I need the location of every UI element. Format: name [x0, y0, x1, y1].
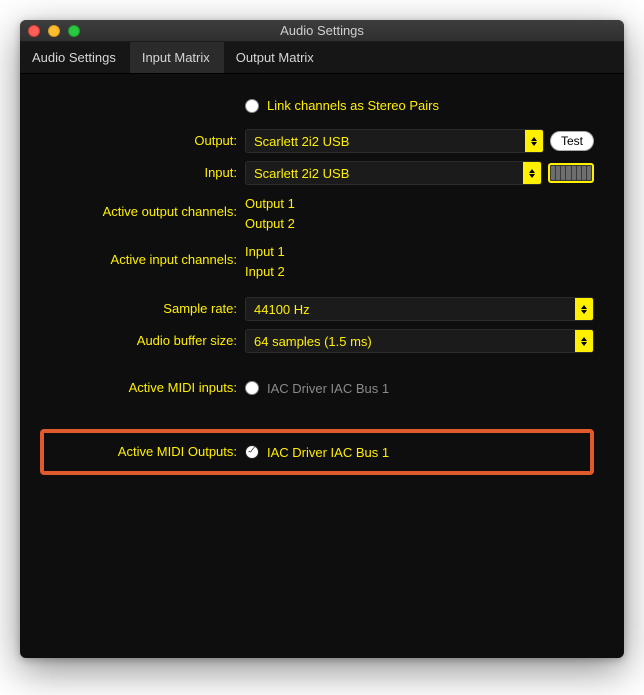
sample-rate-select[interactable]: 44100 Hz — [245, 297, 594, 321]
midi-input-item-label: IAC Driver IAC Bus 1 — [267, 381, 389, 396]
tab-input-matrix[interactable]: Input Matrix — [130, 42, 224, 73]
input-label: Input: — [40, 164, 245, 182]
active-output-list[interactable]: Output 1 Output 2 — [245, 193, 295, 233]
minimize-button[interactable] — [48, 25, 60, 37]
buffer-size-select[interactable]: 64 samples (1.5 ms) — [245, 329, 594, 353]
close-button[interactable] — [28, 25, 40, 37]
output-value: Scarlett 2i2 USB — [254, 134, 349, 149]
test-button[interactable]: Test — [550, 131, 594, 151]
midi-outputs-highlight: Active MIDI Outputs: ✓ IAC Driver IAC Bu… — [40, 429, 594, 475]
tab-bar: Audio Settings Input Matrix Output Matri… — [20, 42, 624, 74]
buffer-size-value: 64 samples (1.5 ms) — [254, 334, 372, 349]
select-arrows-icon — [575, 330, 593, 352]
output-label: Output: — [40, 132, 245, 150]
midi-inputs-label: Active MIDI inputs: — [40, 379, 245, 397]
select-arrows-icon — [525, 130, 543, 152]
buffer-size-label: Audio buffer size: — [40, 332, 245, 350]
select-arrows-icon — [575, 298, 593, 320]
titlebar: Audio Settings — [20, 20, 624, 42]
input-value: Scarlett 2i2 USB — [254, 166, 349, 181]
list-item: Output 1 — [245, 195, 295, 213]
active-input-list[interactable]: Input 1 Input 2 — [245, 241, 285, 281]
input-level-meter — [548, 163, 594, 183]
midi-outputs-label: Active MIDI Outputs: — [44, 443, 245, 461]
input-select[interactable]: Scarlett 2i2 USB — [245, 161, 542, 185]
sample-rate-value: 44100 Hz — [254, 302, 310, 317]
sample-rate-label: Sample rate: — [40, 300, 245, 318]
output-select[interactable]: Scarlett 2i2 USB — [245, 129, 544, 153]
tab-audio-settings[interactable]: Audio Settings — [20, 42, 130, 73]
settings-panel: Link channels as Stereo Pairs Output: Sc… — [20, 74, 624, 505]
list-item: Input 1 — [245, 243, 285, 261]
window-title: Audio Settings — [280, 23, 364, 38]
zoom-button[interactable] — [68, 25, 80, 37]
tab-output-matrix[interactable]: Output Matrix — [224, 42, 328, 73]
active-input-label: Active input channels: — [40, 241, 245, 269]
midi-output-item-label: IAC Driver IAC Bus 1 — [267, 445, 389, 460]
list-item: Input 2 — [245, 263, 285, 281]
active-output-label: Active output channels: — [40, 193, 245, 221]
audio-settings-window: Audio Settings Audio Settings Input Matr… — [20, 20, 624, 658]
select-arrows-icon — [523, 162, 541, 184]
link-channels-radio[interactable] — [245, 99, 259, 113]
window-controls — [28, 25, 80, 37]
link-channels-label: Link channels as Stereo Pairs — [267, 98, 439, 113]
midi-output-item-radio[interactable]: ✓ — [245, 445, 259, 459]
midi-input-item-radio[interactable] — [245, 381, 259, 395]
list-item: Output 2 — [245, 215, 295, 233]
